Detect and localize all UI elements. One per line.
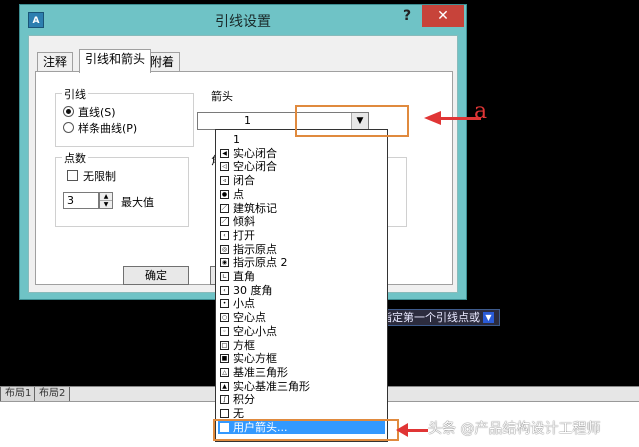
arrowhead-dropdown-list[interactable]: 1 ◀ 实心闭合 ◁ 空心闭合 ◃ 闭合 ● 点／建筑标记／倾斜 ‹ 打开 ◎ 指示原点 ◉ 指示原点 2 ∟…	[215, 129, 388, 442]
dropdown-item[interactable]: ■ 实心方框	[218, 352, 385, 365]
dropdown-item-label: 实心方框	[233, 352, 277, 366]
straight-radio-label[interactable]: 直线(S)	[78, 104, 116, 120]
dropdown-item[interactable]: ◦ 空心小点	[218, 325, 385, 338]
unlimited-label[interactable]: 无限制	[83, 168, 116, 184]
box-icon: □	[220, 340, 229, 350]
none-icon	[220, 409, 229, 418]
oblique-icon: ／	[220, 217, 229, 227]
dropdown-item[interactable]: ‹ 30 度角	[218, 284, 385, 297]
dropdown-item-label: 指示原点 2	[233, 256, 288, 270]
dropdown-item-label: 空心小点	[233, 324, 277, 338]
help-button[interactable]: ?	[397, 8, 417, 30]
dropdown-item-label: 打开	[233, 228, 255, 242]
arrowhead-combo-value: 1	[244, 114, 251, 127]
dropdown-item[interactable]: ◀ 实心闭合	[218, 147, 385, 160]
leader-group-label: 引线	[62, 86, 88, 102]
dropdown-item-label: 空心闭合	[233, 160, 277, 174]
origin-indicator-icon: ◎	[220, 244, 229, 254]
dropdown-item-label: 方框	[233, 338, 255, 352]
spinner-up-icon[interactable]: ▲	[100, 193, 112, 201]
tab-annotation[interactable]: 注释	[37, 52, 74, 72]
layout-tab-1[interactable]: 布局1	[0, 387, 37, 402]
dropdown-item-label: 空心点	[233, 311, 266, 325]
dropdown-item[interactable]: □ 方框	[218, 339, 385, 352]
annotation-letter: a	[474, 99, 488, 124]
solid-closed-arrow-icon: ◀	[220, 148, 229, 158]
dropdown-item[interactable]: ◎ 指示原点	[218, 243, 385, 256]
point-count-group-label: 点数	[62, 150, 88, 166]
layout-tab-2[interactable]: 布局2	[34, 387, 71, 402]
open-30-icon: ‹	[220, 285, 229, 295]
annotation-arrow-head-2-icon	[396, 423, 408, 437]
integral-icon: ∫	[220, 395, 229, 405]
dropdown-item[interactable]: ／ 倾斜	[218, 215, 385, 228]
dropdown-item-label: 建筑标记	[233, 201, 277, 215]
title-bar[interactable]: A 引线设置 ? ✕	[20, 5, 466, 35]
small-hollow-dot-icon: ◦	[220, 326, 229, 336]
dropdown-item-label: 指示原点	[233, 242, 277, 256]
dropdown-item-label: 直角	[233, 270, 255, 283]
dropdown-item-label: 点	[233, 187, 244, 201]
dropdown-item[interactable]: ∫ 积分	[218, 393, 385, 406]
watermark-text: 头条 @产品结构设计工程师	[428, 421, 601, 437]
spinner-down-icon[interactable]: ▼	[100, 201, 112, 208]
dropdown-item-label: 1	[233, 133, 240, 146]
dropdown-item-label: 闭合	[233, 174, 255, 188]
straight-radio[interactable]	[63, 106, 74, 117]
hollow-dot-icon: ○	[220, 313, 229, 323]
small-dot-icon: •	[220, 299, 229, 309]
dropdown-item-label: 实心闭合	[233, 146, 277, 160]
dropdown-item[interactable]: ◉ 指示原点 2	[218, 256, 385, 269]
filled-datum-triangle-icon: ▲	[220, 381, 229, 391]
spline-radio[interactable]	[63, 122, 74, 133]
hollow-closed-arrow-icon: ◁	[220, 162, 229, 172]
arrow-group-label: 箭头	[211, 90, 233, 103]
right-angle-icon: ∟	[220, 272, 229, 281]
dropdown-item-label: 基准三角形	[233, 365, 288, 379]
dropdown-item[interactable]: ／ 建筑标记	[218, 202, 385, 215]
angle-group	[386, 157, 407, 227]
command-tooltip: 指定第一个引线点或 ▼	[372, 309, 500, 326]
ok-button[interactable]: 确定	[123, 266, 189, 285]
point-count-input[interactable]: 3	[63, 192, 99, 209]
highlight-box-combo	[295, 105, 409, 137]
dropdown-item[interactable]: △ 基准三角形	[218, 366, 385, 379]
dropdown-item-label: 30 度角	[233, 283, 273, 297]
dropdown-item[interactable]: ◁ 空心闭合	[218, 160, 385, 173]
tooltip-dropdown-icon[interactable]: ▼	[483, 312, 494, 323]
dropdown-item-label: 倾斜	[233, 215, 255, 229]
origin-indicator-2-icon: ◉	[220, 258, 229, 268]
dropdown-item[interactable]: ∟ 直角	[218, 270, 385, 283]
tab-leader-and-arrow[interactable]: 引线和箭头	[79, 49, 152, 73]
spline-radio-label[interactable]: 样条曲线(P)	[78, 120, 137, 136]
dropdown-item-label: 小点	[233, 297, 255, 311]
max-value-label: 最大值	[121, 196, 154, 209]
unlimited-checkbox[interactable]	[67, 170, 78, 181]
datum-triangle-icon: △	[220, 367, 229, 377]
dropdown-item[interactable]: • 小点	[218, 297, 385, 310]
dropdown-item[interactable]: ● 点	[218, 188, 385, 201]
dropdown-item[interactable]: ‹ 打开	[218, 229, 385, 242]
annotation-arrow-head-icon	[424, 111, 441, 125]
highlight-box-user-arrow	[213, 419, 399, 441]
command-tooltip-text: 指定第一个引线点或	[381, 311, 480, 324]
dropdown-item-label: 实心基准三角形	[233, 379, 310, 393]
open-arrow-icon: ‹	[220, 230, 229, 240]
dropdown-item[interactable]: ▲ 实心基准三角形	[218, 380, 385, 393]
filled-box-icon: ■	[220, 354, 229, 364]
dot-icon: ●	[220, 189, 229, 199]
dropdown-item[interactable]: ○ 空心点	[218, 311, 385, 324]
architectural-tick-icon: ／	[220, 203, 229, 213]
closed-arrow-icon: ◃	[220, 176, 229, 186]
dropdown-item[interactable]: ◃ 闭合	[218, 174, 385, 187]
dropdown-item-label: 积分	[233, 393, 255, 407]
close-button[interactable]: ✕	[422, 5, 464, 27]
point-count-spinner[interactable]: ▲ ▼	[99, 192, 113, 209]
